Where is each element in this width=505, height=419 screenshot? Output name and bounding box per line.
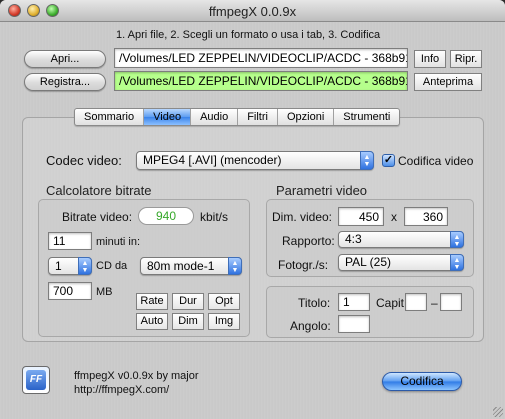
- mb-label: MB: [96, 286, 113, 298]
- chapter-dash-label: –: [431, 296, 438, 310]
- popup-arrows-icon: ▲ ▼: [78, 257, 92, 275]
- dimension-button[interactable]: Dim: [172, 313, 204, 330]
- cd-type-popup[interactable]: 80m mode-1 ▲ ▼: [140, 257, 242, 275]
- dimension-x-label: x: [391, 210, 397, 224]
- mb-field[interactable]: 700: [48, 282, 92, 300]
- aspect-ratio-popup[interactable]: 4:3 ▲ ▼: [338, 231, 464, 248]
- aspect-ratio-label: Rapporto:: [282, 234, 335, 248]
- title-bar: ffmpegX 0.0.9x: [0, 0, 505, 22]
- encode-video-label: Codifica video: [398, 154, 474, 168]
- chapter-end-field[interactable]: [440, 293, 462, 311]
- height-field[interactable]: 360: [404, 207, 448, 226]
- tab-filters[interactable]: Filtri: [238, 109, 278, 125]
- frame-rate-label: Fotogr./s:: [278, 258, 329, 272]
- preview-button[interactable]: Anteprima: [414, 73, 482, 91]
- bitrate-calculator-heading: Calcolatore bitrate: [46, 183, 152, 198]
- tab-options[interactable]: Opzioni: [278, 109, 335, 125]
- minutes-field[interactable]: 11: [48, 232, 92, 250]
- popup-arrows-icon: ▲ ▼: [228, 257, 242, 275]
- rip-button[interactable]: Ripr.: [450, 50, 482, 68]
- tab-audio[interactable]: Audio: [191, 109, 239, 125]
- popup-arrows-icon: ▲ ▼: [450, 254, 464, 271]
- destination-file-field[interactable]: /Volumes/LED ZEPPELIN/VIDEOCLIP/ACDC - 3…: [114, 71, 408, 91]
- cd-type-value: 80m mode-1: [147, 259, 215, 273]
- tab-tools[interactable]: Strumenti: [334, 109, 399, 125]
- resize-grip-icon[interactable]: [493, 407, 503, 417]
- aspect-ratio-value: 4:3: [345, 232, 362, 246]
- cd-count-popup[interactable]: 1 ▲ ▼: [48, 257, 92, 275]
- encode-button[interactable]: Codifica: [382, 372, 462, 391]
- open-file-button[interactable]: Apri...: [24, 50, 106, 68]
- source-file-field[interactable]: /Volumes/LED ZEPPELIN/VIDEOCLIP/ACDC - 3…: [114, 48, 408, 68]
- angle-field[interactable]: [338, 315, 370, 333]
- tab-summary[interactable]: Sommario: [75, 109, 145, 125]
- chapters-label: Capit: [376, 296, 405, 310]
- frame-rate-value: PAL (25): [345, 255, 392, 269]
- info-button[interactable]: Info: [414, 50, 446, 68]
- width-field[interactable]: 450: [338, 207, 384, 226]
- main-window: ffmpegX 0.0.9x 1. Apri file, 2. Scegli u…: [0, 0, 505, 419]
- encode-video-checkbox[interactable]: ✓: [382, 154, 395, 167]
- popup-arrows-icon: ▲ ▼: [450, 231, 464, 248]
- title-field[interactable]: 1: [338, 293, 370, 311]
- tab-video[interactable]: Video: [144, 109, 192, 125]
- optimize-button[interactable]: Opt: [208, 293, 240, 310]
- instructions-text: 1. Apri file, 2. Scegli un formato o usa…: [116, 29, 381, 41]
- frame-rate-popup[interactable]: PAL (25) ▲ ▼: [338, 254, 464, 271]
- codec-value: MPEG4 [.AVI] (mencoder): [143, 153, 282, 167]
- bitrate-label: Bitrate video:: [62, 210, 133, 224]
- tab-bar: Sommario Video Audio Filtri Opzioni Stru…: [74, 108, 401, 126]
- bitrate-unit-label: kbit/s: [200, 210, 229, 224]
- dimension-label: Dim. video:: [272, 210, 333, 224]
- image-button[interactable]: Img: [208, 313, 240, 330]
- bitrate-field[interactable]: 940: [138, 207, 194, 225]
- codec-label: Codec video:: [46, 153, 122, 168]
- video-params-heading: Parametri video: [276, 183, 368, 198]
- duration-button[interactable]: Dur: [172, 293, 204, 310]
- window-title: ffmpegX 0.0.9x: [208, 4, 297, 19]
- cd-size-label: CD da: [96, 260, 128, 272]
- rate-button[interactable]: Rate: [136, 293, 168, 310]
- cd-count-value: 1: [55, 259, 62, 273]
- footer-url-link[interactable]: http://ffmpegX.com/: [74, 383, 169, 397]
- app-logo: FF: [22, 366, 50, 394]
- chapter-start-field[interactable]: [405, 293, 427, 311]
- popup-arrows-icon: ▲ ▼: [360, 151, 374, 170]
- angle-label: Angolo:: [290, 319, 331, 333]
- save-as-button[interactable]: Registra...: [24, 73, 106, 91]
- title-label: Titolo:: [298, 296, 331, 310]
- codec-popup[interactable]: MPEG4 [.AVI] (mencoder) ▲ ▼: [136, 151, 374, 170]
- footer-version-text: ffmpegX v0.0.9x by major: [74, 370, 199, 382]
- auto-button[interactable]: Auto: [136, 313, 168, 330]
- minutes-label: minuti in:: [96, 236, 141, 248]
- app-logo-icon: FF: [26, 370, 46, 390]
